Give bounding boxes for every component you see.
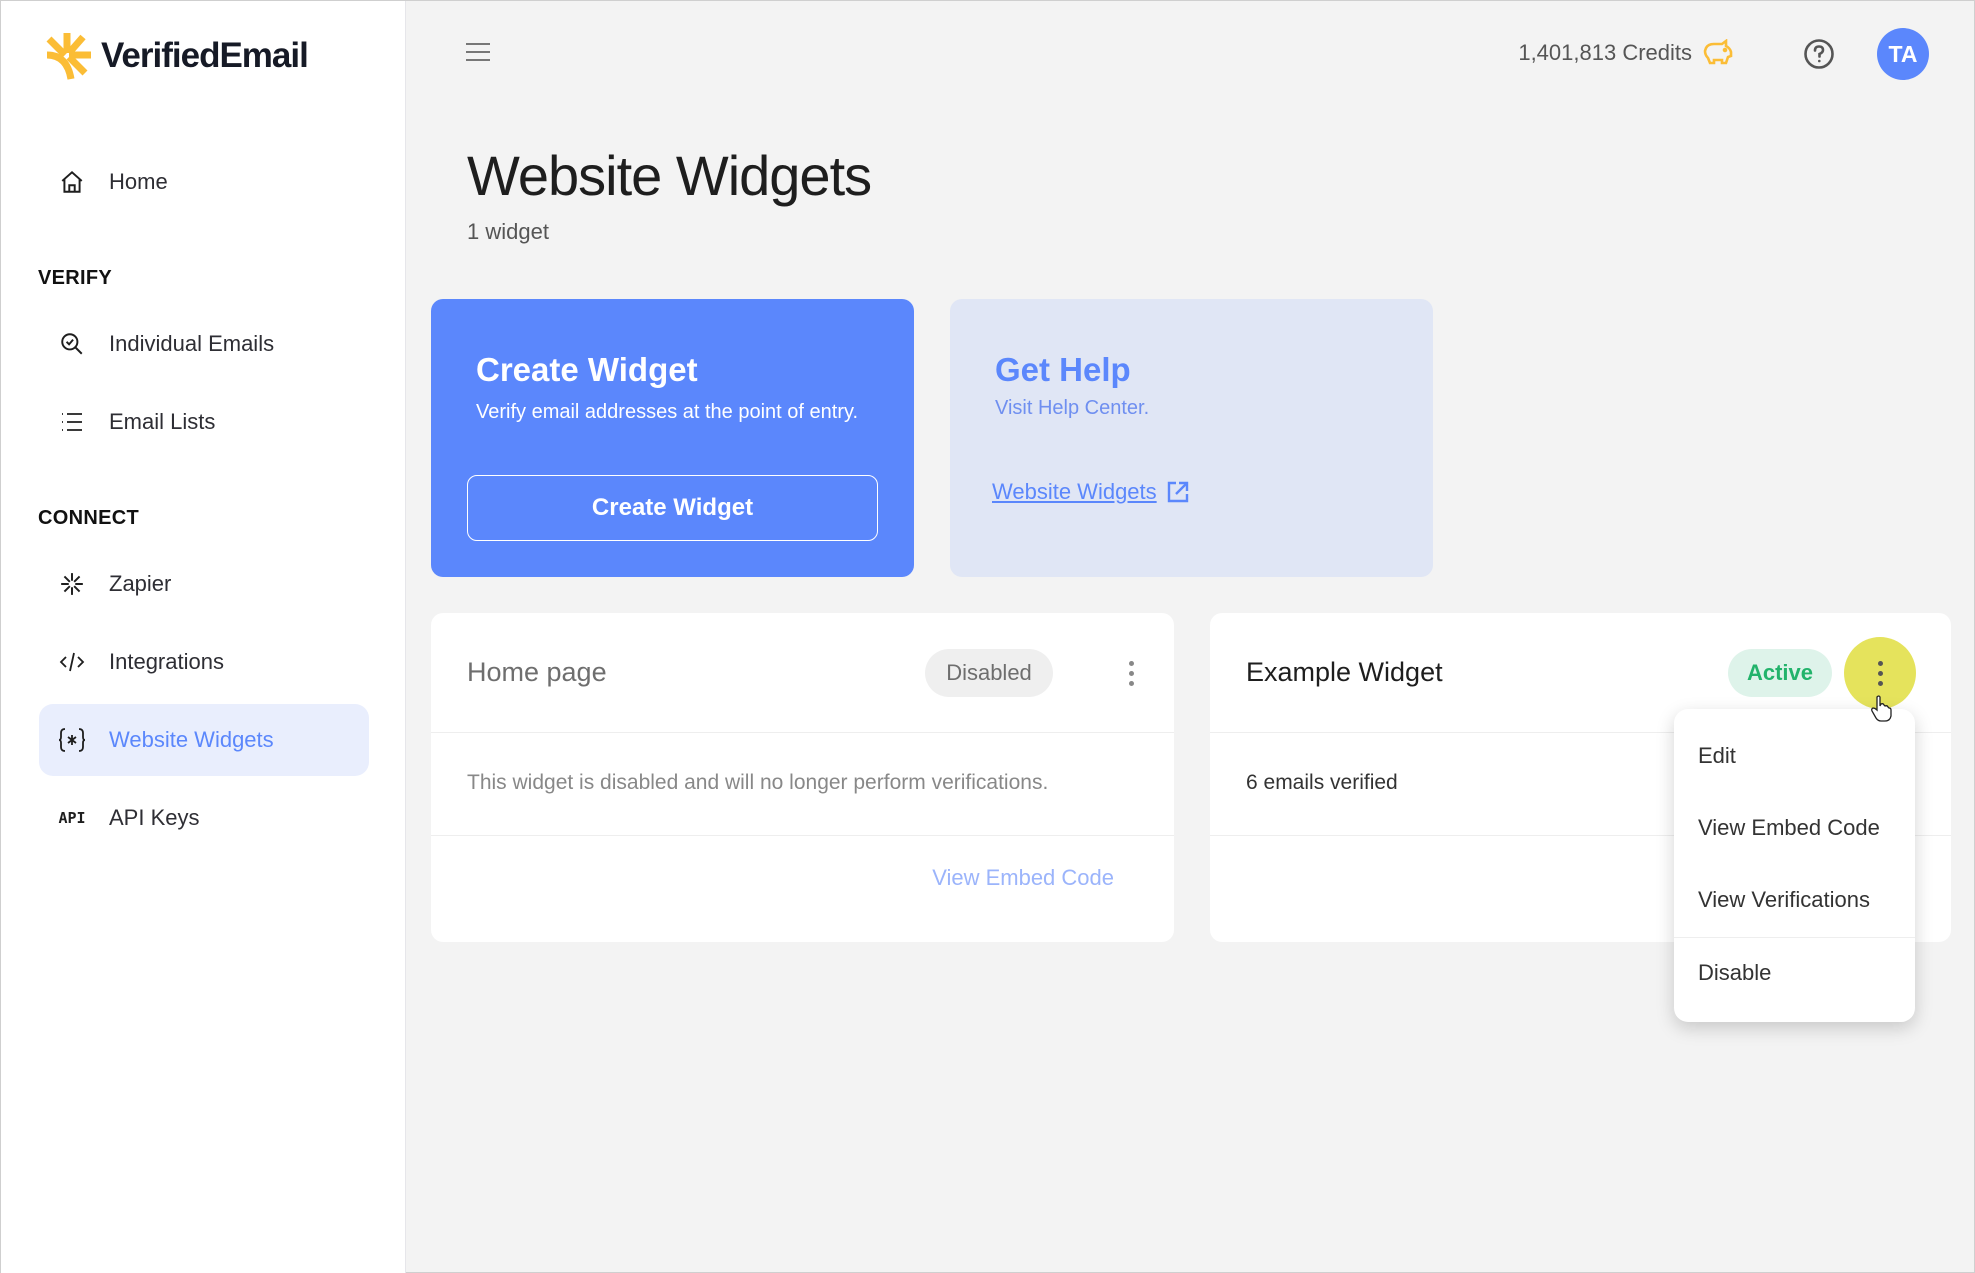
user-avatar[interactable]: TA [1877,28,1929,80]
menu-item-disable[interactable]: Disable [1698,960,1771,986]
sidebar-item-label: Website Widgets [109,727,274,752]
sidebar-item-label: Zapier [109,571,172,596]
widget-count: 1 widget [467,219,549,244]
page-title: Website Widgets [467,144,872,207]
widget-options-button[interactable] [1095,637,1167,709]
piggy-bank-icon [1703,39,1733,65]
sidebar-item-label: API Keys [109,805,200,830]
external-link-icon [1167,481,1188,503]
sidebar-item-label: Individual Emails [109,331,275,356]
menu-toggle-button[interactable] [466,43,490,65]
widget-options-menu: Edit View Embed Code View Verifications … [1674,709,1915,1022]
list-icon [57,411,87,433]
help-link-label: Website Widgets [992,479,1157,504]
sidebar-item-api-keys[interactable]: API API Keys [39,782,369,854]
help-link-website-widgets[interactable]: Website Widgets [992,479,1189,505]
sidebar: VerifiedEmail Home VERIFY Individual Ema… [1,1,406,1273]
brand-name: VerifiedEmail [101,36,309,75]
code-icon [57,650,87,674]
create-widget-title: Create Widget [476,351,698,388]
widget-name: Home page [467,657,607,687]
more-vertical-icon [1128,658,1134,688]
zapier-icon [57,571,87,597]
logo[interactable]: VerifiedEmail [45,31,309,81]
sidebar-item-integrations[interactable]: Integrations [39,626,369,698]
sidebar-item-label: Home [109,169,168,194]
get-help-description: Visit Help Center. [995,397,1150,419]
widget-status-message: This widget is disabled and will no long… [467,771,1049,794]
widget-card-home-page: Home page Disabled This widget is disabl… [431,613,1174,942]
sidebar-item-label: Integrations [109,649,224,674]
get-help-card: Get Help Visit Help Center. Website Widg… [950,299,1433,577]
get-help-title: Get Help [995,351,1131,388]
create-widget-card: Create Widget Verify email addresses at … [431,299,914,577]
section-label-connect: CONNECT [38,507,139,529]
menu-divider [1674,937,1915,938]
menu-item-view-verifications[interactable]: View Verifications [1698,887,1870,913]
credits-display[interactable]: 1,401,813 Credits [1518,39,1734,67]
sidebar-item-email-lists[interactable]: Email Lists [39,386,369,458]
braces-asterisk-icon [57,727,87,753]
status-badge-disabled: Disabled [925,649,1053,697]
credits-count: 1,401,813 Credits [1518,40,1692,65]
sidebar-item-label: Email Lists [109,409,216,434]
status-badge-active: Active [1728,649,1832,697]
help-icon[interactable] [1803,38,1835,70]
sidebar-item-individual-emails[interactable]: Individual Emails [39,308,369,380]
search-check-icon [57,331,87,357]
section-label-verify: VERIFY [38,267,113,289]
create-widget-description: Verify email addresses at the point of e… [476,401,859,423]
menu-item-view-embed-code[interactable]: View Embed Code [1698,815,1880,841]
view-embed-code-link[interactable]: View Embed Code [932,865,1114,891]
logo-icon [46,33,91,80]
sidebar-item-zapier[interactable]: Zapier [39,548,369,620]
emails-verified-count: 6 emails verified [1246,771,1398,794]
hamburger-icon [466,43,490,45]
sidebar-item-home[interactable]: Home [39,146,369,218]
api-icon: API [58,809,86,827]
menu-item-edit[interactable]: Edit [1698,743,1736,769]
create-widget-button[interactable]: Create Widget [467,475,878,541]
sidebar-item-website-widgets[interactable]: Website Widgets [39,704,369,776]
widget-name: Example Widget [1246,657,1443,687]
more-vertical-icon [1877,658,1883,688]
hand-pointer-cursor-icon [1871,695,1892,722]
home-icon [57,169,87,195]
